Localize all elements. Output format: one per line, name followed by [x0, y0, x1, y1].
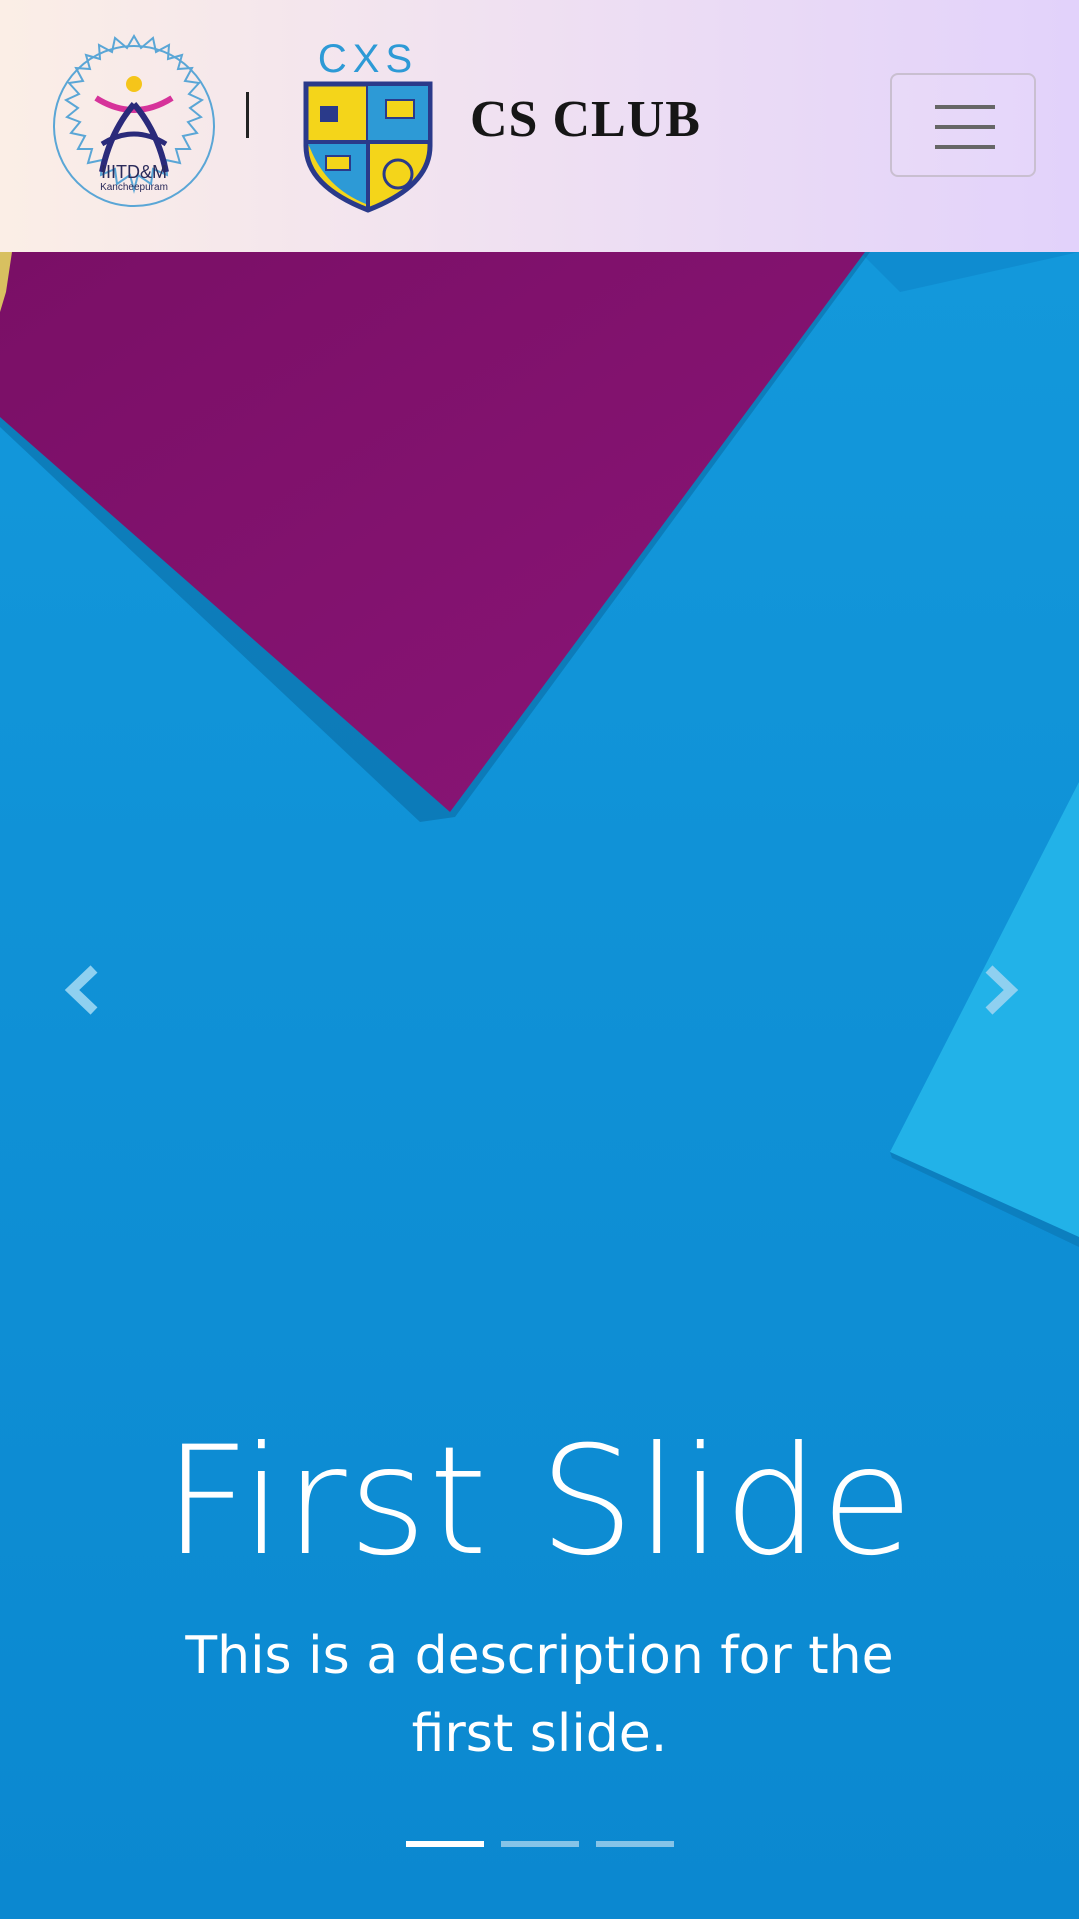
institute-logo-text: IIITD&M: [101, 162, 167, 182]
carousel-indicator-3[interactable]: [596, 1841, 674, 1847]
carousel-prev-button[interactable]: [20, 920, 140, 1050]
brand-separator: [246, 92, 249, 138]
chevron-right-icon: [985, 965, 1019, 1015]
navbar-toggle-button[interactable]: [890, 73, 1036, 177]
hamburger-icon: [935, 105, 995, 149]
chevron-left-icon: [64, 965, 98, 1015]
carousel-indicators: [406, 1841, 674, 1849]
cs-club-logo[interactable]: CXS: [296, 36, 440, 214]
institute-logo-subtext: Kancheepuram: [100, 182, 168, 193]
brand-title[interactable]: CS CLUB: [470, 90, 701, 150]
institute-logo[interactable]: IIITD&M Kancheepuram: [40, 32, 228, 220]
carousel: First Slide This is a description for th…: [0, 252, 1079, 1919]
carousel-indicator-1[interactable]: [406, 1841, 484, 1847]
carousel-indicator-2[interactable]: [501, 1841, 579, 1847]
cs-logo-text: CXS: [318, 37, 418, 81]
slide-title: First Slide: [163, 1415, 916, 1589]
navbar: IIITD&M Kancheepuram CXS CS CLUB: [0, 0, 1079, 252]
slide-description: This is a description for the first slid…: [185, 1626, 894, 1764]
carousel-next-button[interactable]: [939, 920, 1059, 1050]
